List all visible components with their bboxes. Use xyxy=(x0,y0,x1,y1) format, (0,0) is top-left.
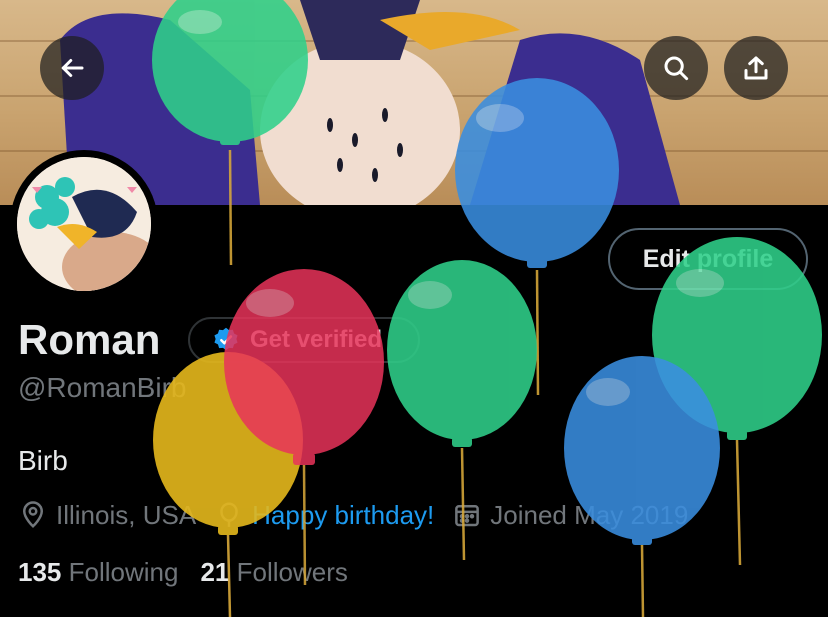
follow-stats: 135 Following 21 Followers xyxy=(18,557,348,588)
share-icon xyxy=(744,56,768,80)
get-verified-label: Get verified xyxy=(250,326,383,353)
back-button[interactable] xyxy=(40,36,104,100)
joined-item: Joined May 2019 xyxy=(452,500,688,531)
arrow-left-icon xyxy=(61,59,84,77)
get-verified-button[interactable]: Get verified xyxy=(188,317,420,363)
balloon-icon xyxy=(220,502,238,527)
balloon-blue-bottom xyxy=(564,356,720,617)
location-text: Illinois, USA xyxy=(56,499,197,530)
following-link[interactable]: 135 Following xyxy=(18,557,178,588)
avatar-image xyxy=(17,157,151,291)
birthday-item[interactable]: Happy birthday! xyxy=(214,500,434,531)
following-count: 135 xyxy=(18,557,62,587)
location-item: Illinois, USA xyxy=(18,500,196,531)
joined-text: Joined May 2019 xyxy=(490,499,689,530)
profile-meta: Illinois, USA Happy birthday! Joined May… xyxy=(18,497,706,533)
calendar-icon xyxy=(455,505,480,527)
profile-handle: @RomanBirb xyxy=(18,372,187,403)
share-button[interactable] xyxy=(724,36,788,100)
following-label: Following xyxy=(68,557,179,587)
search-button[interactable] xyxy=(644,36,708,100)
search-icon xyxy=(664,56,689,81)
followers-label: Followers xyxy=(236,557,348,587)
verified-badge-icon xyxy=(214,327,238,351)
profile-name: Roman xyxy=(18,316,161,363)
avatar[interactable] xyxy=(10,150,158,298)
followers-link[interactable]: 21 Followers xyxy=(200,557,347,588)
followers-count: 21 xyxy=(200,557,230,587)
profile-bio: Birb xyxy=(18,445,68,476)
edit-profile-button[interactable]: Edit profile xyxy=(608,228,808,290)
location-pin-icon xyxy=(22,501,44,528)
birthday-text[interactable]: Happy birthday! xyxy=(252,500,434,531)
